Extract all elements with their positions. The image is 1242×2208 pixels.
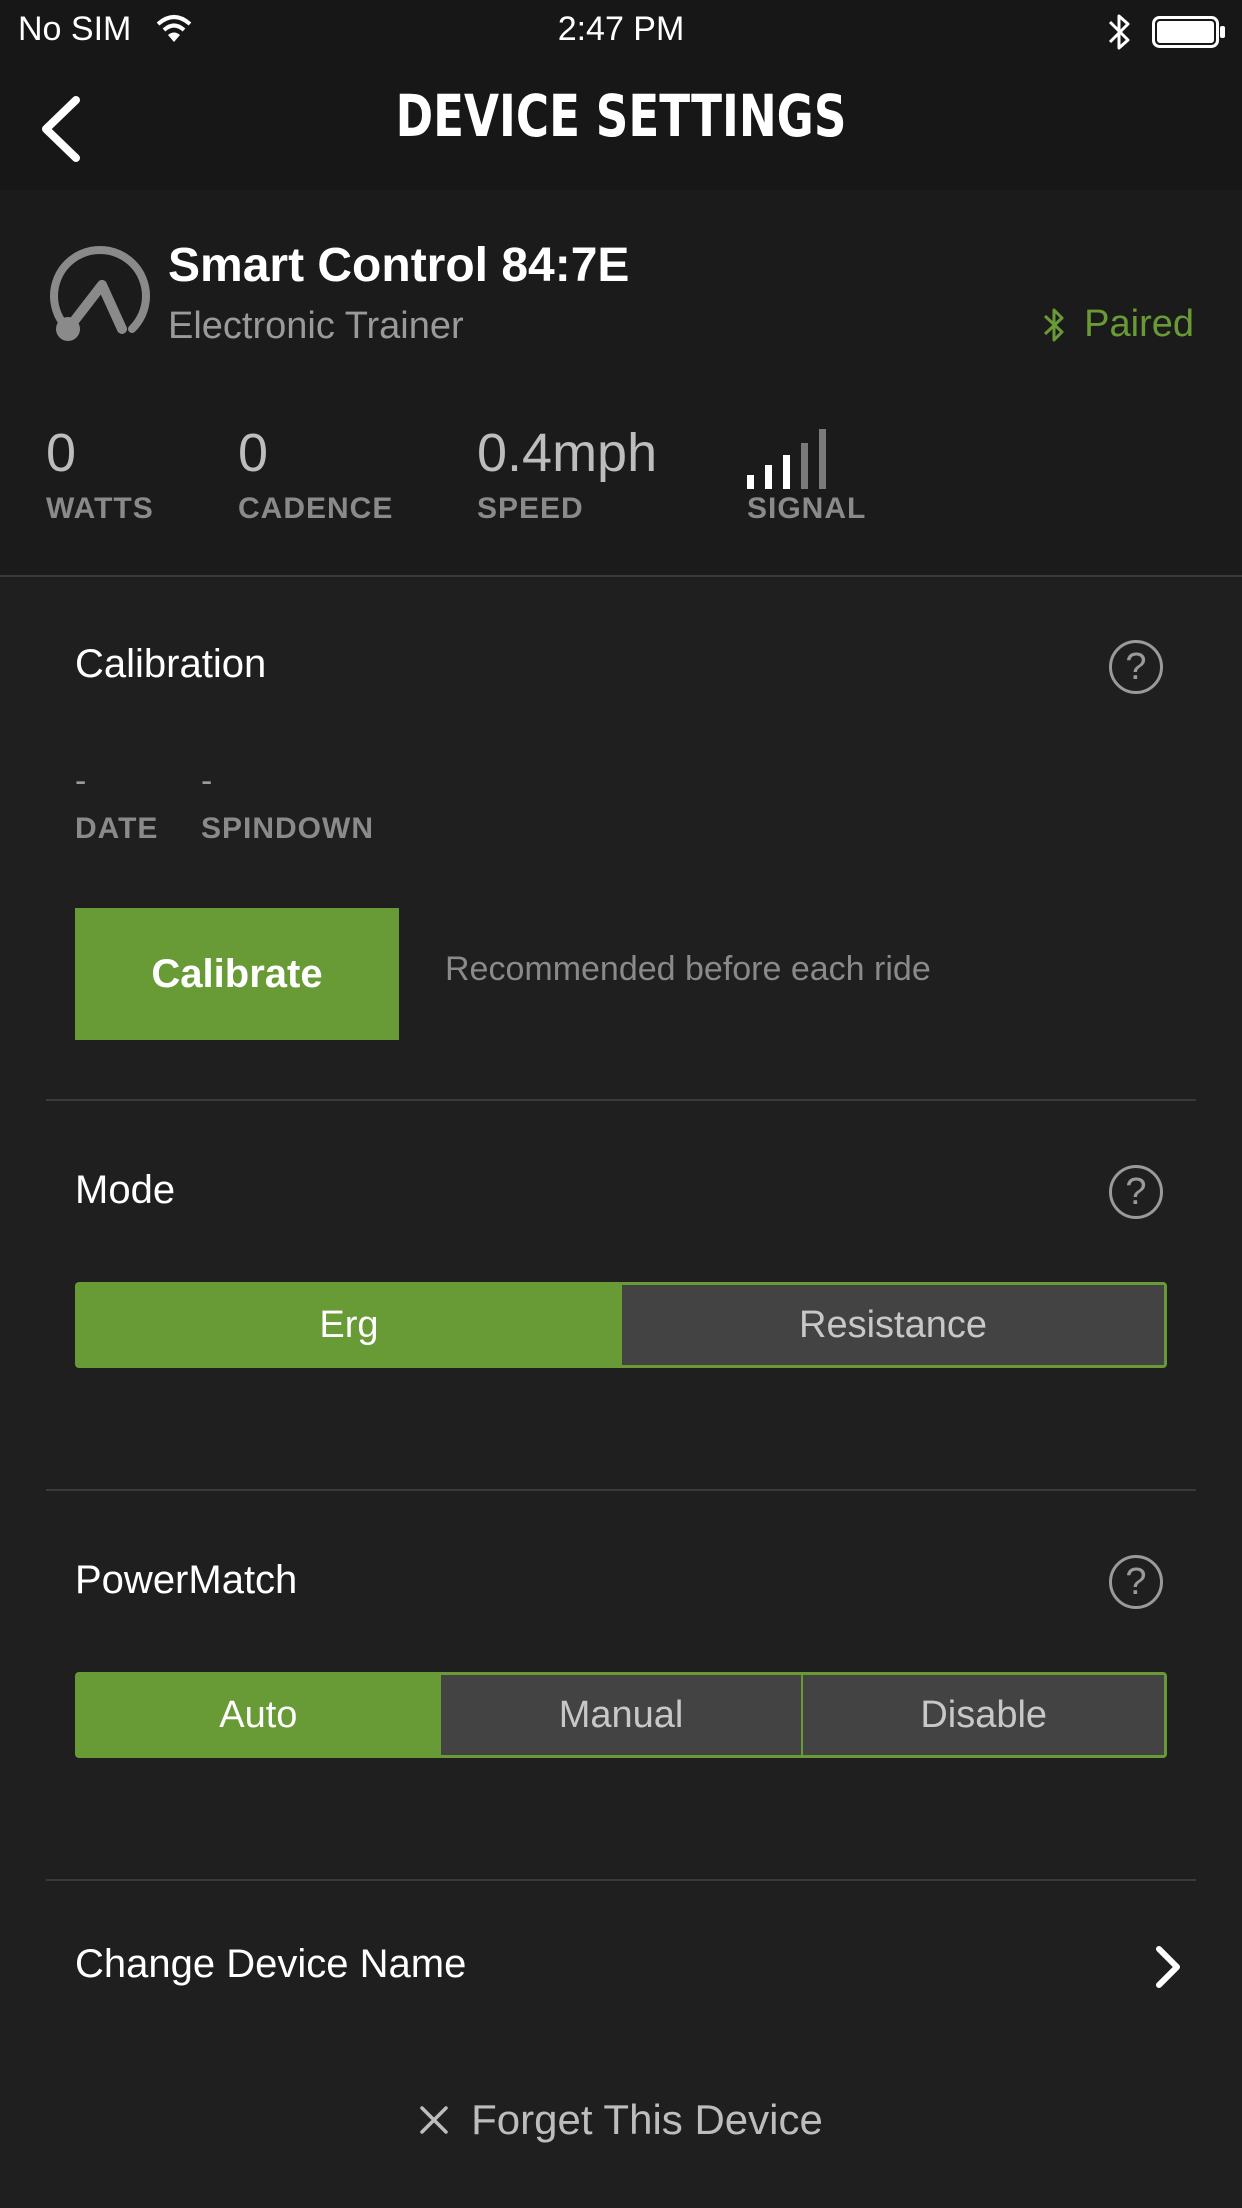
mode-option-erg[interactable]: Erg [78, 1285, 620, 1365]
paired-status: Paired [1042, 303, 1194, 346]
powermatch-title: PowerMatch [75, 1558, 298, 1602]
mode-option-resistance[interactable]: Resistance [620, 1285, 1164, 1365]
signal-label: SIGNAL [747, 492, 867, 525]
change-device-name-row[interactable]: Change Device Name [0, 1900, 1242, 2035]
signal-icon [747, 429, 826, 489]
calibration-date-label: DATE [75, 812, 159, 845]
calibration-help-icon[interactable]: ? [1109, 640, 1163, 694]
calibration-title: Calibration [75, 642, 267, 686]
watts-label: WATTS [46, 492, 154, 525]
close-icon [420, 2106, 448, 2134]
battery-icon [1152, 16, 1225, 48]
powermatch-option-manual[interactable]: Manual [438, 1675, 802, 1755]
status-time: 2:47 PM [557, 10, 685, 48]
calibration-date-value: - [75, 762, 87, 800]
mode-title: Mode [75, 1168, 176, 1212]
calibration-spindown-label: SPINDOWN [201, 812, 374, 845]
mode-help-icon[interactable]: ? [1109, 1165, 1163, 1219]
divider [46, 1099, 1196, 1101]
speed-label: SPEED [477, 492, 584, 525]
forget-device-button[interactable]: Forget This Device [0, 2080, 1242, 2160]
calibrate-button[interactable]: Calibrate [75, 908, 399, 1040]
mode-segmented-control: Erg Resistance [75, 1282, 1167, 1368]
powermatch-option-disable[interactable]: Disable [801, 1675, 1164, 1755]
cadence-label: CADENCE [238, 492, 394, 525]
calibrate-hint: Recommended before each ride [445, 950, 931, 988]
paired-label: Paired [1084, 303, 1194, 345]
page-title: DEVICE SETTINGS [395, 82, 847, 150]
watts-value: 0 [46, 423, 77, 483]
bluetooth-icon [1108, 14, 1130, 50]
gauge-icon [50, 246, 150, 341]
change-device-name-label: Change Device Name [75, 1942, 467, 1986]
powermatch-segmented-control: Auto Manual Disable [75, 1672, 1167, 1758]
divider [46, 1489, 1196, 1491]
device-name: Smart Control 84:7E [168, 239, 630, 292]
chevron-right-icon [1156, 1946, 1180, 1988]
calibration-spindown-value: - [201, 762, 213, 800]
chevron-left-icon [42, 96, 80, 162]
divider [46, 1879, 1196, 1881]
powermatch-help-icon[interactable]: ? [1109, 1555, 1163, 1609]
device-type: Electronic Trainer [168, 305, 464, 347]
cadence-value: 0 [238, 423, 269, 483]
powermatch-option-auto[interactable]: Auto [78, 1675, 439, 1755]
back-button[interactable] [30, 94, 90, 164]
bluetooth-icon [1044, 308, 1064, 341]
speed-value: 0.4mph [477, 423, 658, 483]
forget-device-label: Forget This Device [471, 2096, 823, 2143]
